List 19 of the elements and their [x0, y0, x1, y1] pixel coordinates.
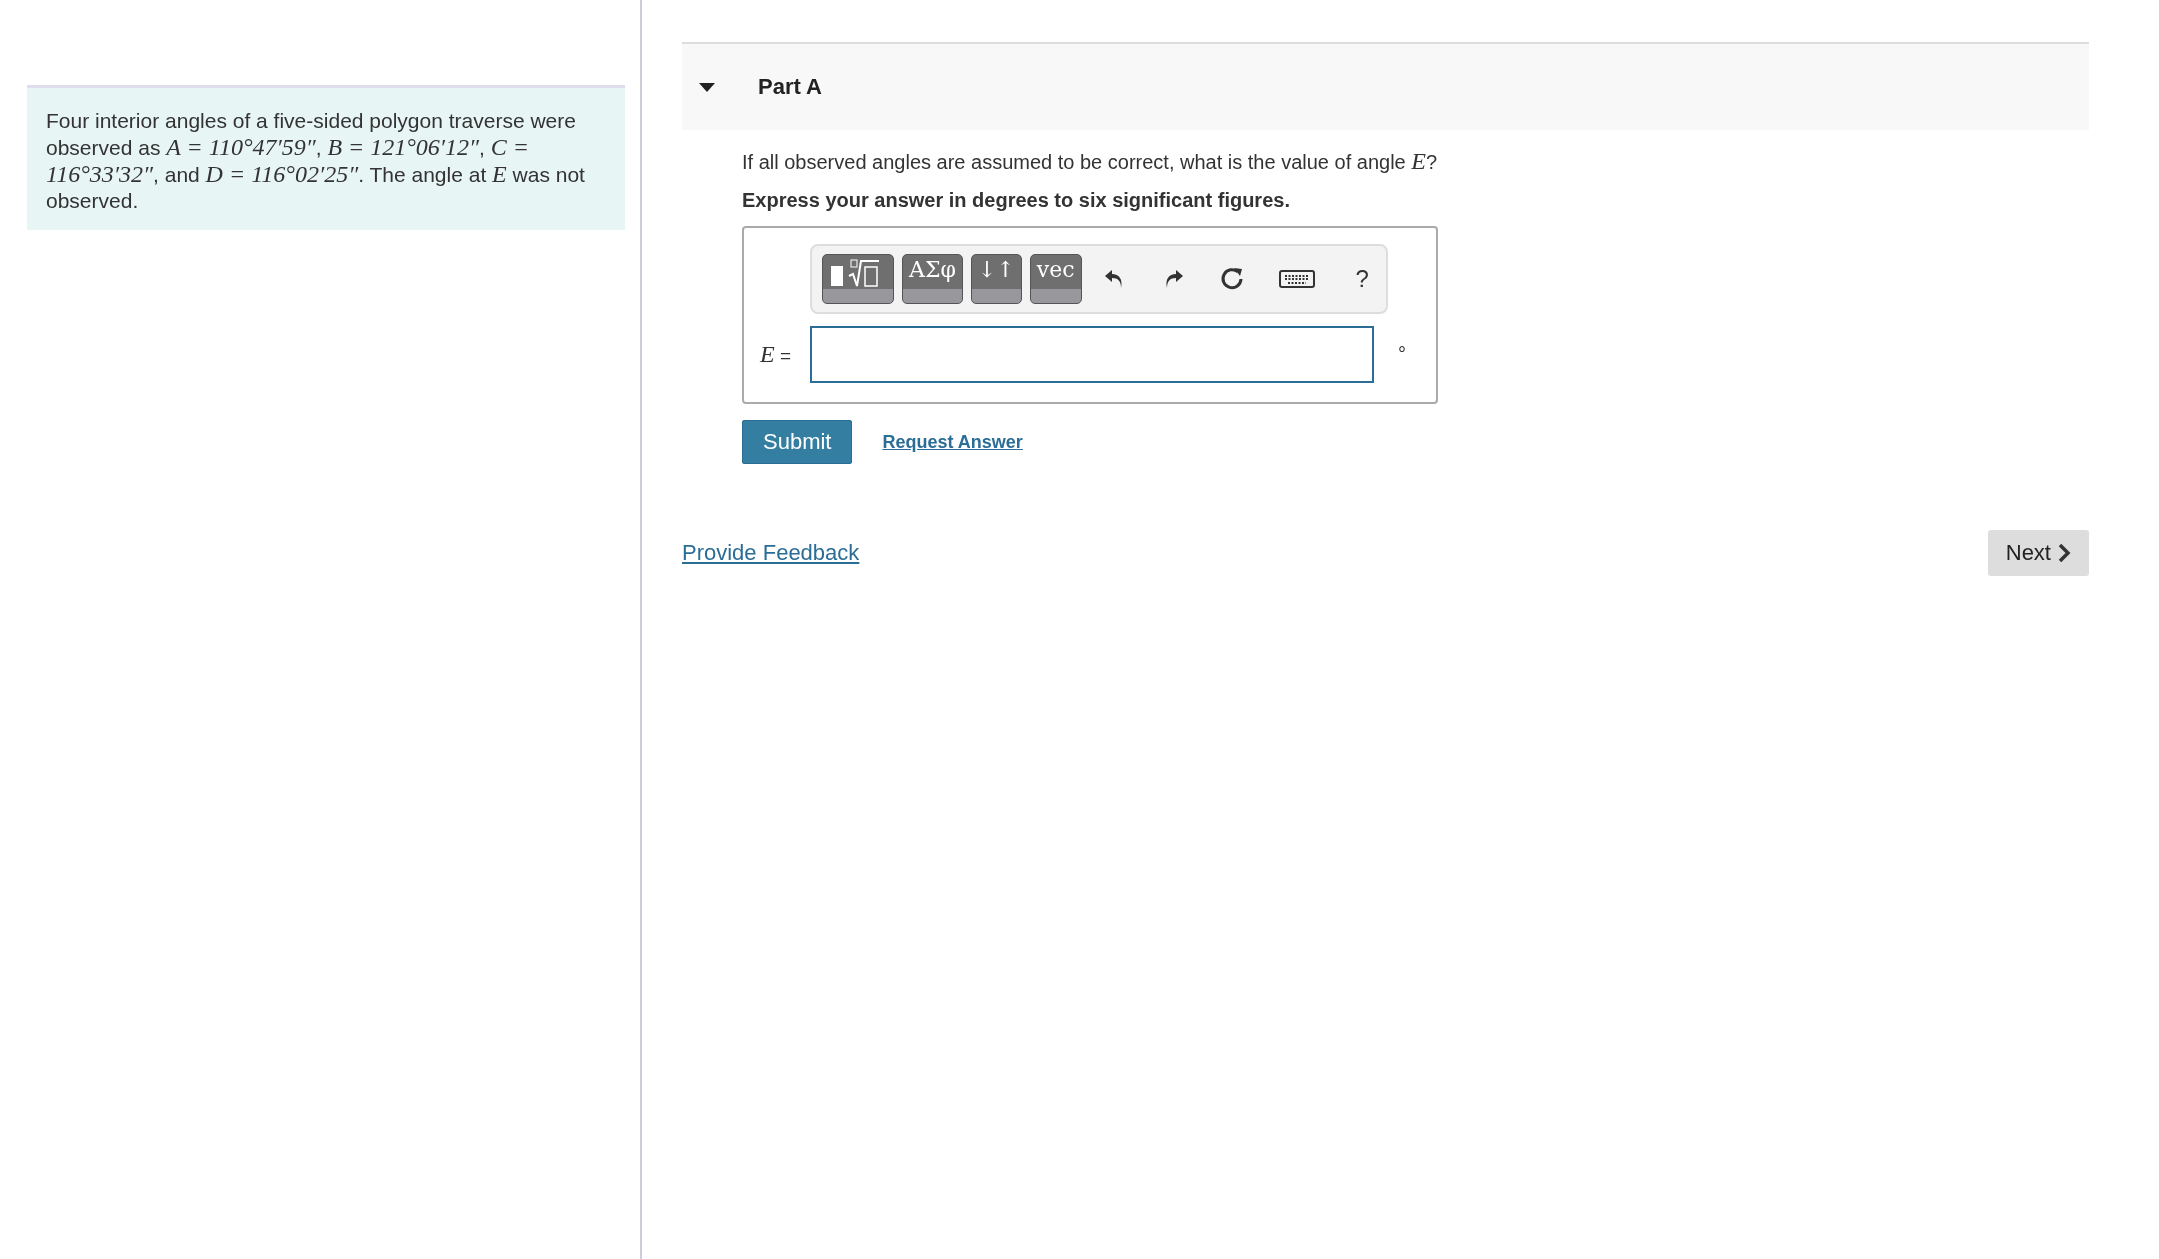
symbol-button[interactable]: ΑΣφ [902, 254, 963, 304]
symbol-button[interactable]: vec [1029, 254, 1082, 304]
instruction-text: Express your answer in degrees to six significant figures. [742, 189, 1291, 212]
answer-label: E = [760, 341, 793, 368]
templates-button[interactable] [822, 254, 894, 304]
request-answer-link[interactable]: Request Answer [882, 431, 1023, 453]
problem-statement: Four interior angles of a five-sided polygon traverse were observed as A = 110°47′59″, B = 121°06′12″, C = 116°33′32″, and D = 116°02′25″. The angle at E was not observed. [27, 85, 625, 230]
provide-feedback-link[interactable]: Provide Feedback [682, 540, 860, 566]
question-text: If all observed angles are assumed to be correct, what is the value of angle E? [742, 148, 1439, 175]
help-button[interactable]: ? [1349, 264, 1375, 294]
chevron-right-icon [2057, 543, 2071, 563]
submit-button[interactable]: Submit [742, 420, 853, 464]
collapse-toggle-icon[interactable] [698, 81, 716, 93]
unit-label: ° [1398, 343, 1406, 366]
answer-input[interactable] [810, 326, 1374, 383]
keyboard-icon[interactable] [1277, 268, 1316, 290]
part-title: Part A [758, 74, 822, 100]
next-button[interactable]: Next [1987, 530, 2089, 576]
symbol-button[interactable]: ↓↑ [970, 254, 1022, 304]
